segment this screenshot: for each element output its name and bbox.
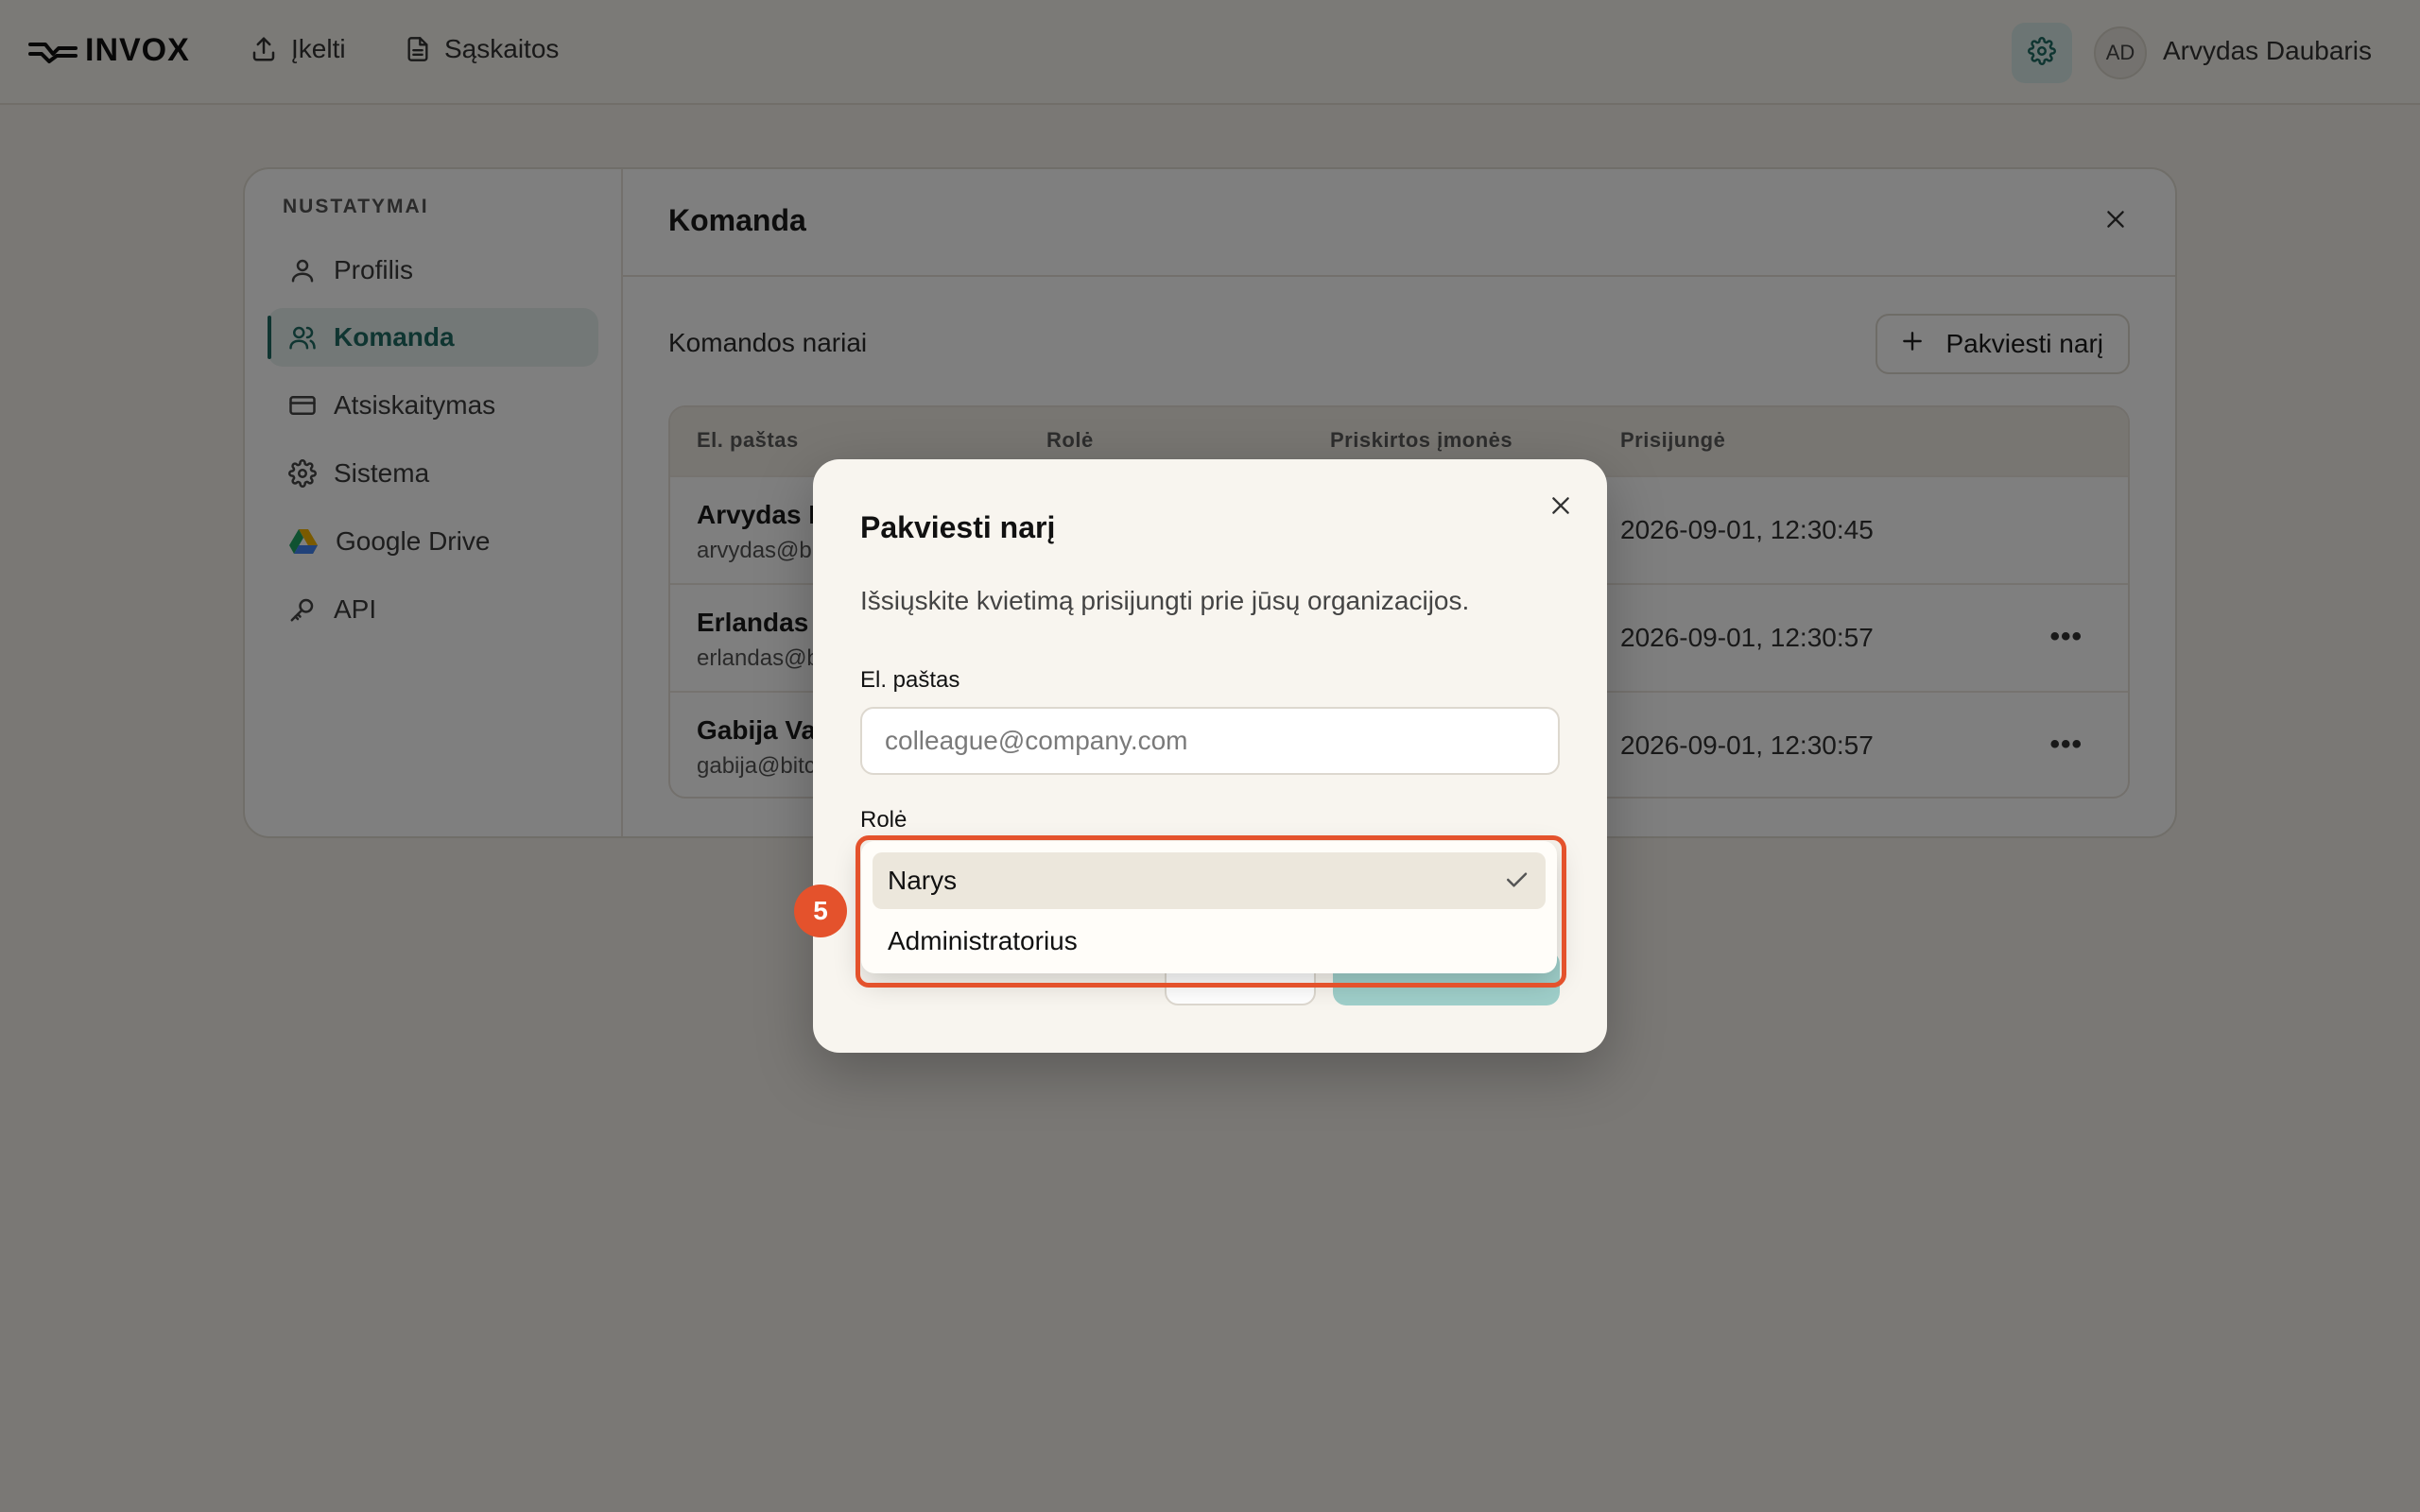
email-field[interactable]: [860, 707, 1560, 775]
role-field-label: Rolė: [860, 807, 908, 833]
step-number-badge: 5: [794, 885, 847, 937]
close-icon[interactable]: [1548, 493, 1573, 523]
dialog-title: Pakviesti narį: [860, 510, 1056, 544]
annotation-highlight-box: [856, 835, 1566, 988]
email-field-label: El. paštas: [860, 667, 960, 693]
dialog-description: Išsiųskite kvietimą prisijungti prie jūs…: [860, 586, 1470, 615]
